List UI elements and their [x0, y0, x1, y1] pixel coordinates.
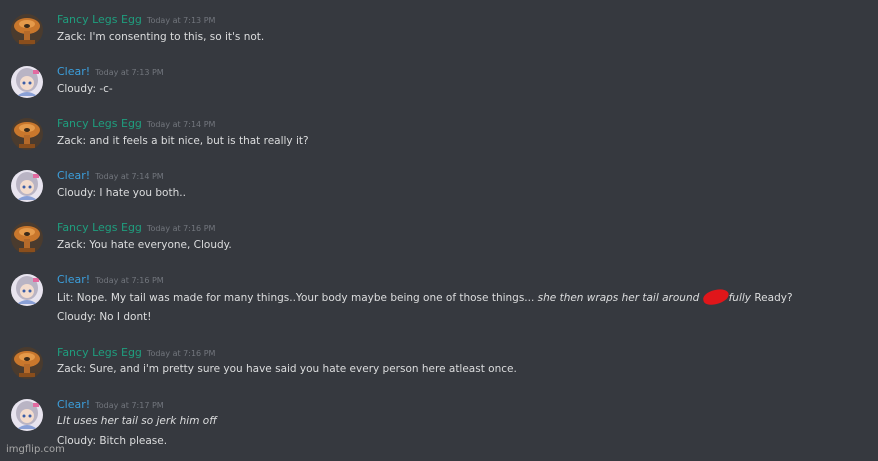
anime-girl-avatar-icon[interactable] [11, 66, 43, 98]
message-text: Cloudy: No I dont! [57, 311, 152, 323]
mushroom-avatar-icon[interactable] [11, 347, 43, 379]
message-text: Zack: Sure, and i'm pretty sure you have… [57, 363, 517, 375]
message-text: Lit: Nope. My tail was made for many thi… [57, 289, 793, 305]
author-name[interactable]: Fancy Legs Egg [57, 117, 142, 130]
mushroom-avatar-icon[interactable] [11, 118, 43, 150]
anime-girl-avatar-icon[interactable] [11, 274, 43, 306]
message-header: Fancy Legs Egg Today at 7:16 PM [57, 219, 215, 236]
message-text: Cloudy: Bitch please. [57, 435, 168, 447]
message-header: Clear! Today at 7:17 PM [57, 396, 164, 413]
author-name[interactable]: Fancy Legs Egg [57, 346, 142, 359]
roleplay-text: Lit: Nope. My tail was made for many thi… [57, 292, 538, 304]
anime-girl-avatar-icon[interactable] [11, 170, 43, 202]
timestamp: Today at 7:14 PM [146, 120, 216, 129]
mushroom-avatar-icon[interactable] [11, 14, 43, 46]
message-text: LIt uses her tail so jerk him off [57, 414, 217, 428]
message-text: Zack: and it feels a bit nice, but is th… [57, 135, 309, 147]
author-name[interactable]: Clear! [57, 398, 90, 411]
message-header: Clear! Today at 7:16 PM [57, 271, 164, 288]
action-text: she then wraps her tail around [537, 292, 703, 304]
timestamp: Today at 7:13 PM [146, 16, 216, 25]
message-text: Cloudy: I hate you both.. [57, 187, 186, 199]
anime-girl-avatar-icon[interactable] [11, 399, 43, 431]
message-text: Zack: You hate everyone, Cloudy. [57, 239, 232, 251]
message-text: Zack: I'm consenting to this, so it's no… [57, 31, 265, 43]
author-name[interactable]: Clear! [57, 169, 90, 182]
timestamp: Today at 7:16 PM [95, 276, 164, 285]
roleplay-text-end: Ready? [751, 292, 793, 304]
message-header: Fancy Legs Egg Today at 7:14 PM [57, 115, 215, 132]
timestamp: Today at 7:16 PM [146, 224, 216, 233]
message-text: Cloudy: -c- [57, 83, 113, 95]
mushroom-avatar-icon[interactable] [11, 222, 43, 254]
redaction-scribble [703, 289, 729, 305]
message-header: Clear! Today at 7:13 PM [57, 63, 164, 80]
author-name[interactable]: Fancy Legs Egg [57, 221, 142, 234]
timestamp: Today at 7:17 PM [95, 401, 164, 410]
watermark: imgflip.com [6, 444, 65, 455]
timestamp: Today at 7:14 PM [95, 172, 164, 181]
action-text: LIt uses her tail so jerk him off [57, 415, 217, 427]
action-text-end: fully [728, 292, 752, 304]
timestamp: Today at 7:13 PM [95, 68, 164, 77]
message-header: Fancy Legs Egg Today at 7:13 PM [57, 11, 215, 28]
author-name[interactable]: Clear! [57, 273, 90, 286]
author-name[interactable]: Clear! [57, 65, 90, 78]
timestamp: Today at 7:16 PM [146, 349, 216, 358]
author-name[interactable]: Fancy Legs Egg [57, 13, 142, 26]
message-header: Fancy Legs Egg Today at 7:16 PM [57, 344, 215, 361]
message-header: Clear! Today at 7:14 PM [57, 167, 164, 184]
